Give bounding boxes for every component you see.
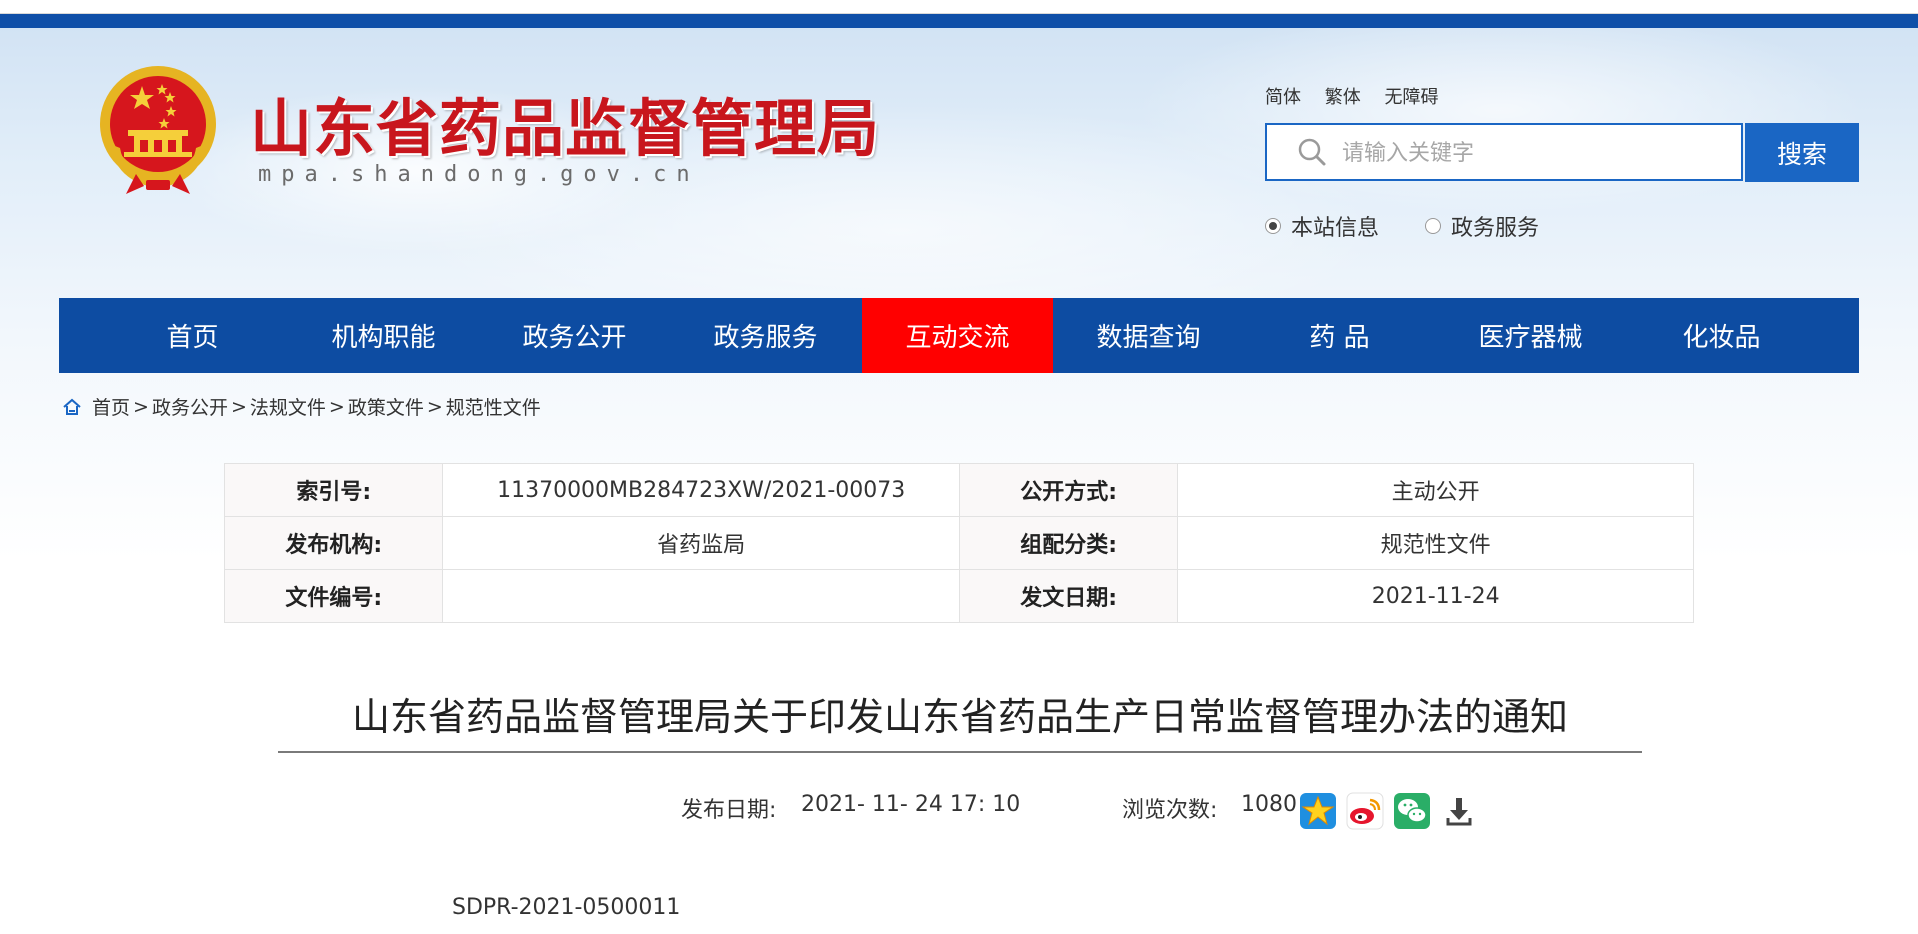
breadcrumb-policy-documents[interactable]: 政策文件	[348, 393, 424, 420]
traditional-chinese-link[interactable]: 繁体	[1325, 87, 1361, 108]
nav-item-drugs[interactable]: 药 品	[1244, 298, 1435, 373]
nav-item-home[interactable]: 首页	[97, 298, 288, 373]
search-icon	[1298, 138, 1326, 166]
top-blue-strip	[0, 14, 1918, 28]
disclosure-method-value: 主动公开	[1177, 463, 1694, 517]
issue-date-label: 发文日期:	[958, 569, 1179, 623]
language-links: 简体 繁体 无障碍	[1265, 83, 1456, 109]
nav-item-gov-services[interactable]: 政务服务	[670, 298, 861, 373]
scope-site-info-radio[interactable]: 本站信息	[1265, 210, 1379, 242]
disclosure-method-label: 公开方式:	[958, 463, 1179, 517]
nav-item-gov-affairs[interactable]: 政务公开	[479, 298, 670, 373]
site-title: 山东省药品监督管理局	[250, 92, 881, 165]
nav-item-interaction[interactable]: 互动交流	[862, 298, 1053, 373]
breadcrumb-separator: >	[328, 395, 345, 418]
nav-item-cosmetics[interactable]: 化妆品	[1626, 298, 1817, 373]
scope-gov-service-radio[interactable]: 政务服务	[1425, 210, 1539, 242]
breadcrumb-normative-documents[interactable]: 规范性文件	[446, 393, 541, 420]
document-number-value	[442, 569, 960, 623]
top-border	[0, 0, 1918, 14]
table-row: 索引号: 11370000MB284723XW/2021-00073 公开方式:…	[223, 463, 1694, 517]
home-icon	[63, 398, 81, 415]
breadcrumb-separator: >	[133, 395, 149, 418]
article-title: 山东省药品监督管理局关于印发山东省药品生产日常监督管理办法的通知	[351, 695, 1568, 739]
table-row: 发布机构: 省药监局 组配分类: 规范性文件	[223, 516, 1694, 570]
favorite-icon[interactable]	[1299, 792, 1337, 830]
radio-unchecked-icon	[1425, 218, 1441, 234]
publish-date-label: 发布日期:	[681, 798, 777, 823]
title-divider	[278, 751, 1642, 753]
national-emblem-icon	[100, 66, 216, 194]
index-number-value: 11370000MB284723XW/2021-00073	[442, 463, 960, 517]
search-button[interactable]: 搜索	[1745, 123, 1859, 182]
nav-item-organization[interactable]: 机构职能	[288, 298, 479, 373]
category-value: 规范性文件	[1177, 516, 1694, 570]
radio-checked-icon	[1265, 218, 1281, 234]
issue-date-value: 2021-11-24	[1177, 569, 1694, 623]
index-number-label: 索引号:	[223, 463, 444, 517]
breadcrumb-home[interactable]: 首页	[92, 393, 130, 420]
document-info-table: 索引号: 11370000MB284723XW/2021-00073 公开方式:…	[223, 463, 1694, 623]
category-label: 组配分类:	[958, 516, 1179, 570]
search-input[interactable]	[1340, 128, 1734, 178]
publish-date-value: 2021- 11- 24 17: 10	[801, 792, 1021, 817]
table-row: 文件编号: 发文日期: 2021-11-24	[223, 569, 1694, 623]
download-icon[interactable]	[1440, 792, 1478, 830]
breadcrumb-separator: >	[426, 395, 443, 418]
wechat-icon[interactable]	[1393, 792, 1431, 830]
views-label: 浏览次数:	[1122, 798, 1218, 823]
breadcrumb-separator: >	[230, 395, 247, 418]
weibo-icon[interactable]	[1346, 792, 1384, 830]
accessibility-link[interactable]: 无障碍	[1384, 87, 1438, 108]
breadcrumb: 首页 > 政务公开 > 法规文件 > 政策文件 > 规范性文件	[62, 393, 541, 420]
issuing-agency-label: 发布机构:	[223, 516, 444, 570]
site-domain: mpa.shandong.gov.cn	[258, 162, 700, 187]
page: 山东省药品监督管理局 mpa.shandong.gov.cn 简体 繁体 无障碍…	[0, 0, 1918, 934]
scope-gov-service-label: 政务服务	[1451, 216, 1540, 241]
document-number-label: 文件编号:	[223, 569, 444, 623]
document-code: SDPR-2021-0500011	[452, 895, 681, 920]
breadcrumb-regulations[interactable]: 法规文件	[250, 393, 326, 420]
simplified-chinese-link[interactable]: 简体	[1265, 87, 1301, 108]
views-count: 1080	[1241, 792, 1297, 817]
scope-site-info-label: 本站信息	[1291, 216, 1380, 241]
nav-item-data-query[interactable]: 数据查询	[1053, 298, 1244, 373]
breadcrumb-gov-affairs[interactable]: 政务公开	[152, 393, 228, 420]
issuing-agency-value: 省药监局	[442, 516, 960, 570]
nav-item-medical-devices[interactable]: 医疗器械	[1435, 298, 1626, 373]
